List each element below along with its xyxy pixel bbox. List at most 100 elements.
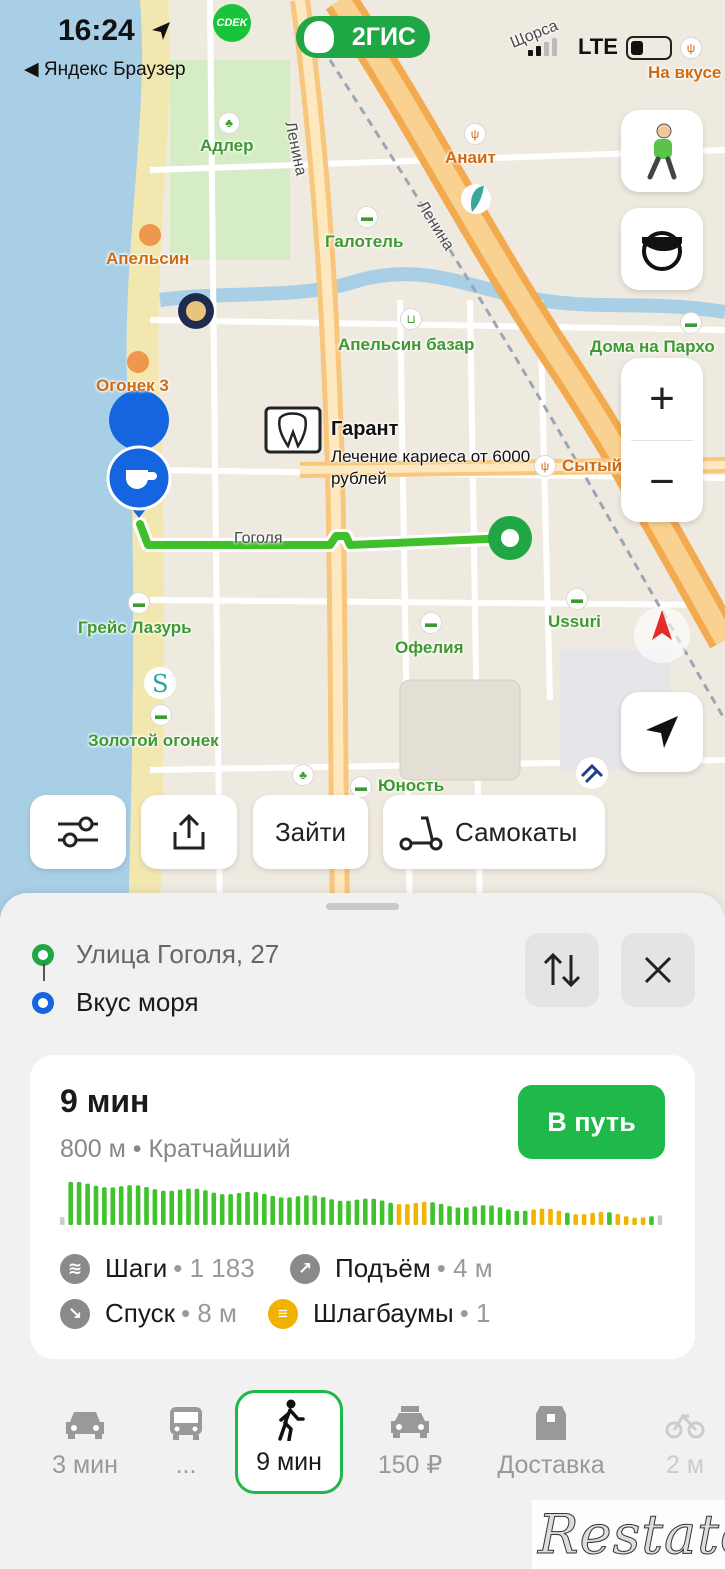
zoom-in-button[interactable]: + [621, 358, 703, 440]
route-summary: 800 м • Кратчайший [60, 1135, 291, 1163]
elevation-bar [640, 1217, 646, 1225]
route-eta: 9 мин [60, 1083, 150, 1119]
elevation-bar [581, 1214, 587, 1225]
mode-bus-label: ... [175, 1451, 197, 1479]
elevation-bar [85, 1183, 90, 1225]
map-label-apelsin[interactable]: Апельсин [106, 249, 189, 269]
elevation-bar [219, 1194, 225, 1225]
elevation-bar [270, 1195, 275, 1225]
elevation-bar [497, 1207, 503, 1225]
bus-icon [165, 1405, 207, 1441]
map-label-yunost[interactable]: Юность [378, 776, 444, 796]
elevation-bar [430, 1202, 435, 1225]
login-button[interactable]: Зайти [253, 795, 368, 869]
map-label-ofelia[interactable]: Офелия [395, 638, 464, 658]
elevation-bar [455, 1207, 461, 1225]
zoom-out-button[interactable]: − [621, 441, 703, 523]
restaurant-icon[interactable]: ψ [534, 455, 556, 477]
share-button[interactable] [141, 795, 237, 869]
arrow-up-right-icon: ↗ [290, 1253, 320, 1284]
map-view[interactable]: S Адлер Анаит Галотель Апельсин Апельсин… [0, 0, 725, 920]
elevation-bar [388, 1202, 393, 1225]
hotel-icon[interactable]: ▬ [356, 206, 378, 228]
elevation-bar [607, 1212, 612, 1225]
mode-bus[interactable]: ... [150, 1390, 222, 1494]
cdek-logo[interactable]: CDEK [213, 4, 251, 42]
hotel-icon[interactable]: ▬ [150, 704, 172, 726]
layers-button[interactable] [621, 208, 703, 290]
elevation-bar [405, 1204, 410, 1225]
route-from[interactable]: Улица Гоголя, 27 [32, 939, 279, 970]
map-label-garant[interactable]: Гарант [331, 418, 398, 441]
go-button[interactable]: В путь [518, 1085, 665, 1159]
elevation-bar [60, 1217, 65, 1225]
map-label-apelsin-bazar[interactable]: Апельсин базар [338, 335, 474, 355]
mode-walk[interactable]: 9 мин [235, 1390, 343, 1494]
mode-car-label: 3 мин [52, 1451, 118, 1479]
navigation-arrow-icon [646, 716, 678, 748]
elevation-bar [489, 1205, 494, 1225]
my-location-button[interactable] [621, 692, 703, 772]
battery-icon [626, 36, 672, 60]
map-label-ussuri[interactable]: Ussuri [548, 612, 601, 632]
map-label-ogonek[interactable]: Огонек 3 [96, 376, 169, 396]
filters-button[interactable] [30, 795, 126, 869]
route-card[interactable]: 9 мин 800 м • Кратчайший В путь ≋ Шаги •… [30, 1055, 695, 1359]
elevation-bar [346, 1200, 351, 1225]
elevation-bar [177, 1189, 183, 1225]
watermark-logo: Restate [532, 1500, 725, 1569]
steps-label: Шаги [105, 1253, 168, 1283]
shoe-icon: ≋ [60, 1253, 90, 1284]
elevation-bar [127, 1185, 132, 1225]
map-label-grace[interactable]: Грейс Лазурь [78, 618, 192, 638]
restaurant-icon[interactable]: ψ [680, 37, 702, 59]
hotel-icon[interactable]: ▬ [680, 312, 702, 334]
barriers-stat: ≡ Шлагбаумы • 1 [268, 1298, 490, 1329]
elevation-bar [169, 1190, 174, 1225]
elevation-bar [632, 1217, 637, 1225]
elevation-bar [506, 1209, 511, 1225]
elevation-bar [236, 1193, 242, 1225]
elevation-bar [514, 1210, 520, 1225]
elevation-bar [548, 1208, 553, 1225]
sheet-grabber[interactable] [326, 903, 399, 910]
elevation-bar [598, 1211, 604, 1225]
map-label-anait[interactable]: Анаит [445, 148, 496, 168]
elevation-bar [531, 1209, 536, 1225]
back-to-app-link[interactable]: ◀ Яндекс Браузер [24, 58, 186, 81]
descent-stat: ↘ Спуск • 8 м [60, 1298, 237, 1329]
elevation-bar [262, 1193, 267, 1225]
scooters-button[interactable]: Самокаты [383, 795, 605, 869]
map-label-zolotoy[interactable]: Золотой огонек [88, 731, 219, 751]
walker-mode-button[interactable] [621, 110, 703, 192]
elevation-bar [245, 1191, 250, 1225]
map-label-syty[interactable]: Сытый [562, 456, 622, 476]
hotel-icon[interactable]: ▬ [566, 588, 588, 610]
mode-delivery[interactable]: Доставка [488, 1390, 614, 1494]
elevation-bar [102, 1187, 107, 1225]
map-label-galotel[interactable]: Галотель [325, 232, 403, 252]
park-icon[interactable]: ♣ [218, 112, 240, 134]
ascent-value: • 4 м [436, 1253, 493, 1283]
hotel-icon[interactable]: ▬ [420, 612, 442, 634]
elevation-bar [278, 1197, 284, 1225]
map-label-gogolya: Гоголя [234, 530, 283, 547]
mode-bike[interactable]: 2 м [655, 1390, 715, 1494]
map-label-na-vkuse[interactable]: На вкусе [648, 63, 721, 83]
mode-car[interactable]: 3 мин [40, 1390, 130, 1494]
mode-bike-label: 2 м [665, 1451, 705, 1479]
elevation-bar [649, 1216, 654, 1225]
restaurant-icon[interactable]: ψ [464, 123, 486, 145]
shop-icon[interactable]: ⊔ [400, 308, 422, 330]
swap-route-button[interactable] [525, 933, 599, 1007]
park-icon[interactable]: ♣ [292, 764, 314, 786]
swap-arrows-icon [543, 952, 581, 988]
close-route-button[interactable] [621, 933, 695, 1007]
signal-icon [528, 38, 557, 56]
route-to[interactable]: Вкус моря [32, 987, 199, 1018]
hotel-icon[interactable]: ▬ [128, 592, 150, 614]
map-label-adler[interactable]: Адлер [200, 136, 253, 156]
barriers-label: Шлагбаумы [313, 1298, 454, 1328]
map-label-doma[interactable]: Дома на Пархо [590, 337, 715, 357]
mode-taxi[interactable]: 150 ₽ [365, 1390, 455, 1494]
